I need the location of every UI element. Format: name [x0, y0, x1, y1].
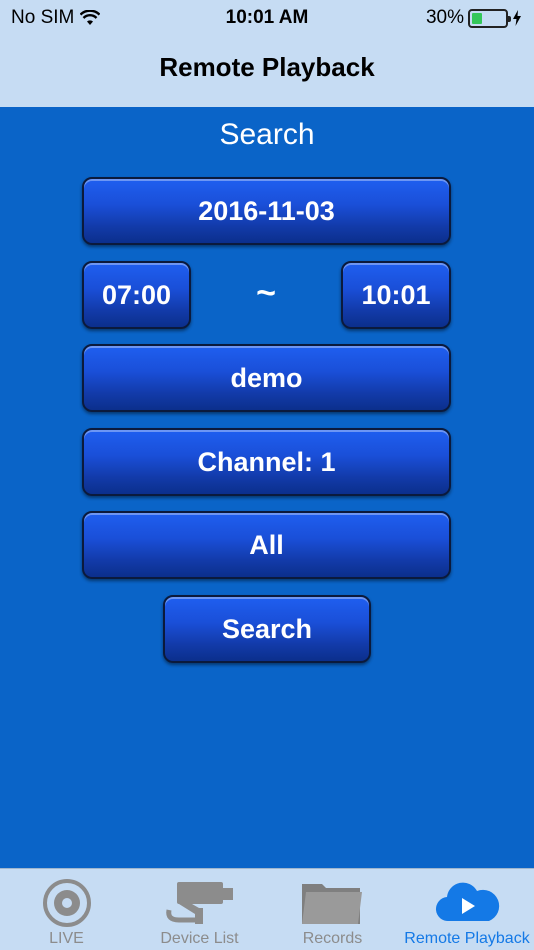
- status-bar: No SIM 10:01 AM 30%: [0, 0, 534, 36]
- channel-button[interactable]: Channel: 1: [82, 428, 451, 496]
- tab-remote-playback-label: Remote Playback: [404, 930, 530, 947]
- date-button[interactable]: 2016-11-03: [82, 177, 451, 245]
- start-time-button[interactable]: 07:00: [82, 261, 191, 329]
- tab-records-label: Records: [302, 930, 363, 947]
- battery-icon: [468, 8, 511, 28]
- search-heading: Search: [219, 118, 315, 151]
- battery-group: 30%: [426, 7, 522, 29]
- end-time-button[interactable]: 10:01: [341, 261, 451, 329]
- tab-device-list[interactable]: Device List: [133, 869, 266, 950]
- tab-remote-playback[interactable]: Remote Playback: [400, 869, 534, 950]
- page-title: Remote Playback: [159, 52, 375, 82]
- tab-device-list-label: Device List: [160, 930, 239, 947]
- tab-live-label: LIVE: [49, 930, 84, 947]
- tab-live[interactable]: LIVE: [0, 869, 133, 950]
- record-type-button[interactable]: All: [82, 511, 451, 579]
- live-disc-icon: [0, 877, 133, 929]
- camera-icon: [133, 877, 266, 929]
- battery-percent: 30%: [425, 7, 464, 28]
- time-range-separator: ~: [256, 274, 276, 312]
- tab-bar: LIVE Device List Records Remote Playback: [0, 868, 534, 950]
- device-button[interactable]: demo: [82, 344, 451, 412]
- charging-icon: [513, 10, 521, 26]
- top-bar: No SIM 10:01 AM 30% Remote Playback: [0, 0, 534, 107]
- folder-icon: [266, 877, 399, 929]
- search-button[interactable]: Search: [163, 595, 371, 663]
- cloud-play-icon: [400, 877, 534, 929]
- tab-records[interactable]: Records: [266, 869, 399, 950]
